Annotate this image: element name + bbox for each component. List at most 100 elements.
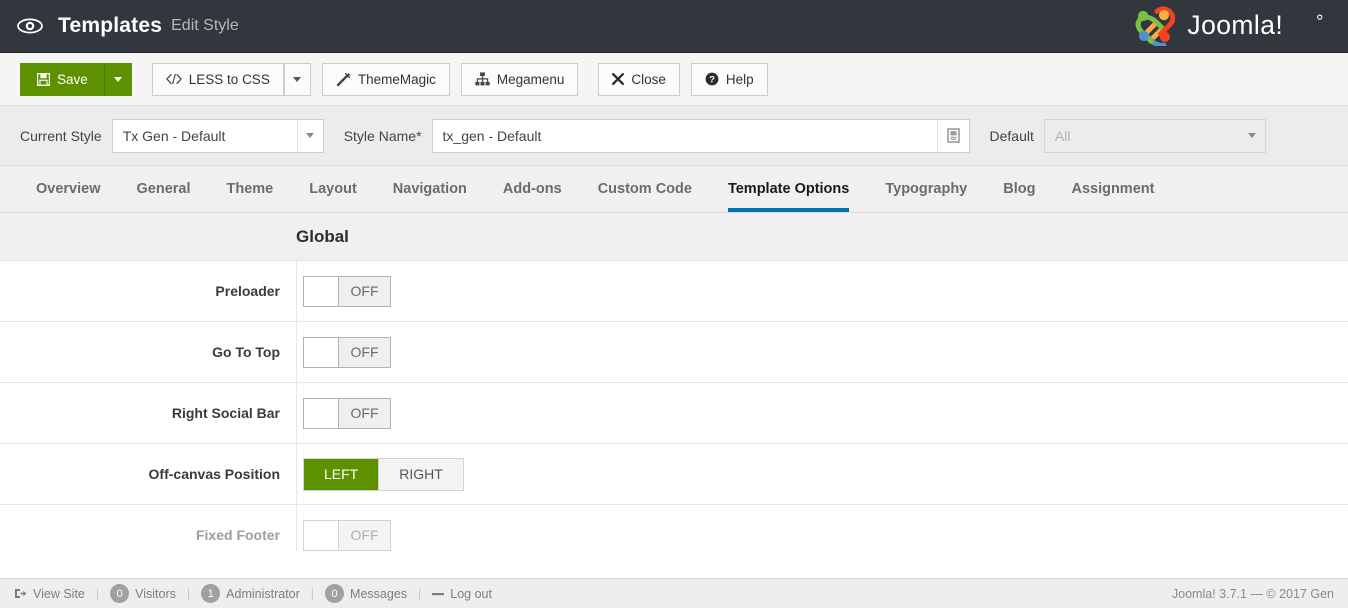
chevron-down-icon[interactable] — [297, 120, 323, 152]
segment-option-left[interactable]: LEFT — [304, 459, 378, 490]
segment-label: LEFT — [324, 466, 358, 482]
toggle-knob[interactable] — [304, 521, 339, 550]
thememagic-button[interactable]: ThemeMagic — [322, 63, 450, 96]
page-title: Templates — [58, 14, 162, 38]
chevron-down-icon[interactable] — [1239, 120, 1265, 152]
current-style-value: Tx Gen - Default — [113, 128, 236, 144]
megamenu-button[interactable]: Megamenu — [461, 63, 579, 96]
megamenu-label: Megamenu — [497, 72, 565, 87]
toggle-knob[interactable] — [304, 338, 339, 367]
option-label: Off-canvas Position — [0, 466, 280, 482]
toggle-state-label: OFF — [339, 521, 390, 550]
messages-status[interactable]: 0 Messages — [325, 584, 407, 603]
logout-link[interactable]: Log out — [432, 587, 492, 601]
tab-label: Overview — [36, 181, 101, 197]
segment-option-right[interactable]: RIGHT — [378, 459, 463, 490]
minus-icon — [432, 590, 444, 598]
close-x-icon — [612, 73, 624, 85]
copy-icon[interactable] — [937, 120, 969, 152]
toggle-state-label: OFF — [339, 399, 390, 428]
save-dropdown-button[interactable] — [105, 63, 132, 96]
tab-overview[interactable]: Overview — [18, 166, 119, 212]
tab-theme[interactable]: Theme — [209, 166, 292, 212]
tab-blog[interactable]: Blog — [985, 166, 1053, 212]
tab-assignment[interactable]: Assignment — [1053, 166, 1172, 212]
visitors-count-badge: 0 — [110, 584, 129, 603]
tab-layout[interactable]: Layout — [291, 166, 375, 212]
segment-label: RIGHT — [399, 466, 443, 482]
tab-typography[interactable]: Typography — [867, 166, 985, 212]
page-header: Templates Edit Style Joomla! — [0, 0, 1348, 53]
template-tabs: Overview General Theme Layout Navigation Add-… — [0, 166, 1348, 213]
default-select[interactable]: All — [1044, 119, 1266, 153]
eye-icon[interactable] — [16, 12, 44, 40]
status-divider: | — [311, 587, 314, 601]
tab-navigation[interactable]: Navigation — [375, 166, 485, 212]
option-row: Fixed Footer OFF — [0, 505, 1348, 551]
style-filter-bar: Current Style Tx Gen - Default Style Nam… — [0, 106, 1348, 166]
sitemap-icon — [475, 72, 490, 86]
tab-general[interactable]: General — [119, 166, 209, 212]
option-label: Fixed Footer — [0, 527, 280, 543]
current-style-label: Current Style — [20, 128, 102, 144]
chevron-down-icon — [293, 77, 301, 82]
administrator-status[interactable]: 1 Administrator — [201, 584, 300, 603]
toggle-knob[interactable] — [304, 277, 339, 306]
status-bar: View Site | 0 Visitors | 1 Administrator… — [0, 578, 1348, 608]
close-button-label: Close — [631, 72, 666, 87]
option-row: Preloader OFF — [0, 261, 1348, 322]
default-placeholder: All — [1045, 128, 1081, 144]
view-site-link[interactable]: View Site — [14, 587, 85, 601]
less-to-css-button-group: LESS to CSS — [152, 63, 311, 96]
toggle-knob[interactable] — [304, 399, 339, 428]
tab-template-options[interactable]: Template Options — [710, 166, 867, 212]
messages-label: Messages — [350, 587, 407, 601]
tab-add-ons[interactable]: Add-ons — [485, 166, 580, 212]
help-button[interactable]: ? Help — [691, 63, 768, 96]
visitors-label: Visitors — [135, 587, 176, 601]
toggle-switch[interactable]: OFF — [303, 398, 391, 429]
save-button[interactable]: Save — [20, 63, 105, 96]
close-button[interactable]: Close — [598, 63, 680, 96]
toggle-switch[interactable]: OFF — [303, 276, 391, 307]
current-style-select[interactable]: Tx Gen - Default — [112, 119, 324, 153]
option-row: Off-canvas Position LEFT RIGHT — [0, 444, 1348, 505]
external-link-icon — [14, 588, 27, 599]
joomla-admin-page: Templates Edit Style Joomla! — [0, 0, 1348, 608]
option-label: Right Social Bar — [0, 405, 280, 421]
magic-wand-icon — [336, 72, 351, 87]
thememagic-label: ThemeMagic — [358, 72, 436, 87]
chevron-down-icon — [114, 77, 122, 82]
label-control-divider — [296, 261, 297, 551]
tab-label: Theme — [227, 181, 274, 197]
code-icon — [166, 73, 182, 85]
save-button-group: Save — [20, 63, 132, 96]
question-circle-icon: ? — [705, 72, 719, 86]
option-control: LEFT RIGHT — [280, 458, 464, 491]
option-row: Go To TopOFF — [0, 322, 1348, 383]
less-to-css-label: LESS to CSS — [189, 72, 270, 87]
joomla-wordmark: Joomla! — [1184, 11, 1332, 41]
visitors-status[interactable]: 0 Visitors — [110, 584, 176, 603]
option-row: Right Social Bar OFF — [0, 383, 1348, 444]
status-divider: | — [96, 587, 99, 601]
option-label: Preloader — [0, 283, 280, 299]
default-label: Default — [990, 128, 1034, 144]
page-subtitle: Edit Style — [171, 17, 239, 35]
joomla-mark-icon — [1133, 6, 1175, 46]
tab-custom-code[interactable]: Custom Code — [580, 166, 710, 212]
help-button-label: Help — [726, 72, 754, 87]
joomla-logo: Joomla! — [1133, 6, 1332, 46]
toggle-switch[interactable]: OFF — [303, 520, 391, 551]
tab-label: Add-ons — [503, 181, 562, 197]
style-name-input[interactable]: tx_gen - Default — [432, 119, 970, 153]
toggle-switch[interactable]: OFF — [303, 337, 391, 368]
tab-label: General — [137, 181, 191, 197]
less-to-css-dropdown-button[interactable] — [284, 63, 311, 96]
tab-label: Layout — [309, 181, 357, 197]
tab-label: Custom Code — [598, 181, 692, 197]
tab-label: Blog — [1003, 181, 1035, 197]
less-to-css-button[interactable]: LESS to CSS — [152, 63, 284, 96]
section-header: Global — [0, 213, 1348, 261]
segmented-control: LEFT RIGHT — [303, 458, 464, 491]
